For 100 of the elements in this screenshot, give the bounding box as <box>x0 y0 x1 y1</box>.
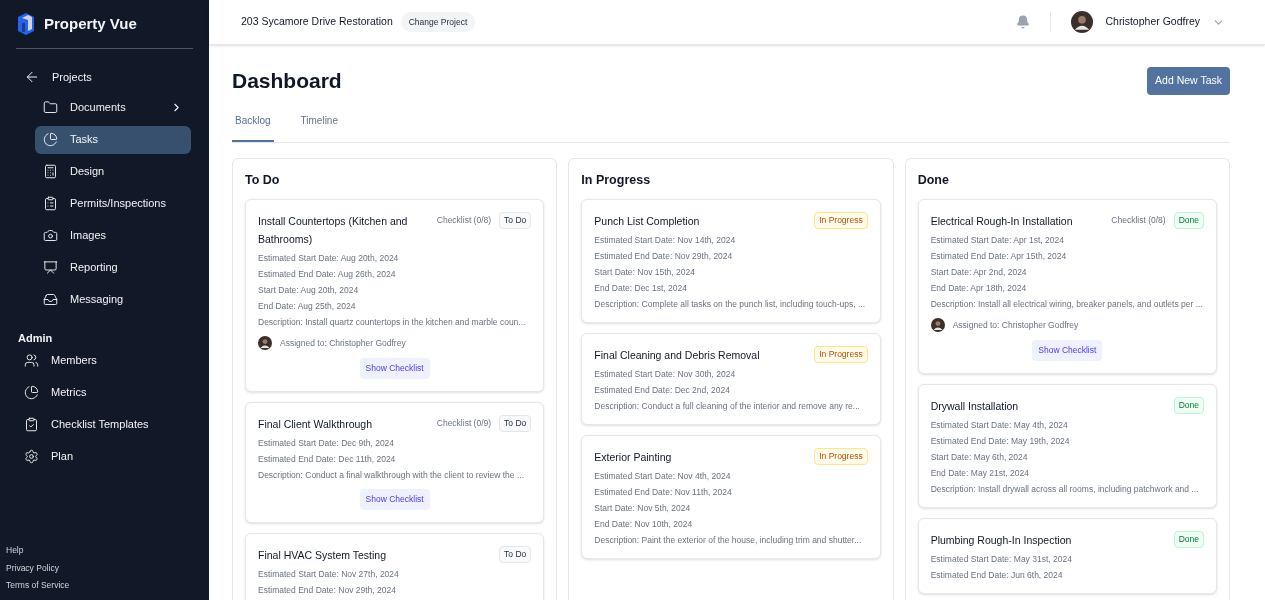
task-detail: Estimated Start Date: Nov 14th, 2024 <box>594 234 737 247</box>
assignee-text: Assigned to: Christopher Godfrey <box>280 336 406 350</box>
users-icon <box>24 352 39 368</box>
nav-item[interactable]: Plan <box>24 446 185 466</box>
task-detail: Estimated End Date: Dec 2nd, 2024 <box>594 384 731 397</box>
calculator-icon <box>43 164 58 179</box>
task-detail: End Date: May 21st, 2024 <box>930 467 1030 479</box>
avatar-icon <box>258 336 272 351</box>
task-detail: Estimated End Date: Nov 29th, 2024 <box>258 583 397 596</box>
task-detail: Description: Install all electrical wiring, breaker panels, and outlets per ... <box>930 298 1204 311</box>
task-detail: Description: Paint the exterior of the house, including trim and shutter... <box>594 534 863 547</box>
task-title: Exterior Painting <box>594 450 673 466</box>
task-detail: Start Date: Apr 2nd, 2024 <box>930 266 1028 279</box>
footer-link[interactable]: Terms of Service <box>6 579 203 592</box>
task-detail: Description: Conduct a final walkthrough with the client to review the ... <box>258 469 525 481</box>
show-checklist-button[interactable]: Show Checklist <box>359 358 430 379</box>
task-title: Drywall Installation <box>930 399 1020 414</box>
task-card[interactable] <box>581 199 881 324</box>
status-badge: In Progress <box>814 346 868 363</box>
status-badge: Done <box>1173 212 1204 229</box>
pie-chart-icon <box>24 384 39 400</box>
task-detail: End Date: Apr 18th, 2024 <box>930 282 1028 295</box>
page-title: Dashboard <box>232 68 342 94</box>
nav-item[interactable]: Images <box>35 221 191 250</box>
task-detail: Description: Install quartz countertops in the kitchen and marble coun... <box>258 316 527 329</box>
presentation-board-icon <box>43 260 58 275</box>
task-detail: Start Date: Nov 5th, 2024 <box>594 502 692 515</box>
column-title: Done <box>917 171 950 189</box>
notification-bell-icon[interactable] <box>1016 15 1031 29</box>
task-detail: End Date: Dec 1st, 2024 <box>594 282 688 295</box>
nav-item[interactable]: Members <box>24 350 185 370</box>
task-detail: Description: Complete all tasks on the punch list, including touch-ups, ... <box>594 298 867 311</box>
task-card[interactable] <box>245 402 545 523</box>
task-detail: Estimated Start Date: Dec 9th, 2024 <box>258 437 396 449</box>
task-title: Install Countertops (Kitchen and Bathrooms) <box>258 214 409 248</box>
task-detail: Start Date: Nov 15th, 2024 <box>594 266 696 279</box>
task-detail: Estimated End Date: May 19th, 2024 <box>930 435 1071 447</box>
add-task-button[interactable]: Add New Task <box>1147 66 1230 95</box>
status-badge: To Do <box>499 212 532 229</box>
task-detail: Estimated Start Date: Aug 20th, 2024 <box>258 252 400 265</box>
inbox-icon <box>43 292 58 307</box>
task-detail: Estimated Start Date: May 4th, 2024 <box>930 419 1069 431</box>
show-checklist-button[interactable]: Show Checklist <box>1032 340 1103 361</box>
task-detail: End Date: Aug 25th, 2024 <box>258 300 357 313</box>
change-project-button[interactable]: Change Project <box>400 11 476 33</box>
clipboard-icon <box>43 196 58 211</box>
task-detail: Description: Install drywall across all rooms, including patchwork and ... <box>930 483 1200 495</box>
nav-item[interactable]: Metrics <box>24 382 185 402</box>
task-card[interactable] <box>581 435 881 560</box>
task-title: Electrical Rough-In Installation <box>930 214 1074 230</box>
task-card[interactable]: Plumbing Rough-In Inspection Done Estimated Start Date: May 31st, 2024 Estimated End Date: Jun 6th, 2024 <box>917 518 1217 594</box>
nav-item[interactable]: Checklist Templates <box>24 414 185 434</box>
column-title: To Do <box>245 171 281 189</box>
nav-item[interactable]: Design <box>35 157 191 186</box>
section-heading: Admin <box>17 330 54 346</box>
nav-item[interactable]: Permits/Inspections <box>35 189 191 218</box>
task-detail: Estimated End Date: Nov 29th, 2024 <box>594 250 734 263</box>
checklist-count: Checklist (0/9) <box>436 417 492 429</box>
user-name[interactable]: Christopher Godfrey <box>1105 14 1200 30</box>
project-name: 203 Sycamore Drive Restoration <box>241 14 393 30</box>
camera-icon <box>43 228 58 243</box>
status-badge: Done <box>1173 531 1204 548</box>
avatar-icon <box>930 318 945 333</box>
avatar-icon <box>1071 11 1094 33</box>
column-title: In Progress <box>581 171 652 189</box>
tab[interactable]: Backlog <box>232 108 274 142</box>
task-title: Plumbing Rough-In Inspection <box>930 533 1073 548</box>
logo-icon <box>16 12 36 36</box>
task-card[interactable] <box>245 199 545 392</box>
task-title: Final Client Walkthrough <box>258 417 373 432</box>
status-badge: Done <box>1173 397 1204 414</box>
task-detail: Start Date: Aug 20th, 2024 <box>258 284 360 297</box>
task-detail: Estimated End Date: Jun 6th, 2024 <box>930 569 1064 581</box>
folder-icon <box>43 100 58 115</box>
task-card[interactable] <box>917 199 1217 374</box>
task-card[interactable]: Final Cleaning and Debris Removal In Progress Estimated Start Date: Nov 30th, 2024 Estimated End Date: Dec 2nd, 2024 Description: Conduct a full cleaning of the interior and remove any re... <box>581 333 881 426</box>
tab[interactable]: Timeline <box>297 108 341 142</box>
nav-item[interactable]: Messaging <box>35 285 191 314</box>
task-detail: End Date: Nov 10th, 2024 <box>594 518 694 531</box>
task-detail: Description: Conduct a full cleaning of the interior and remove any re... <box>594 400 861 413</box>
clipboard-check-icon <box>24 416 39 432</box>
status-badge: To Do <box>499 545 532 563</box>
status-badge: In Progress <box>814 448 868 465</box>
task-detail: Estimated End Date: Dec 11th, 2024 <box>258 453 397 465</box>
task-detail: Estimated End Date: Apr 15th, 2024 <box>930 250 1068 263</box>
task-title: Final HVAC System Testing <box>258 547 387 563</box>
nav-item[interactable]: Tasks <box>35 125 191 154</box>
task-card[interactable]: Final HVAC System Testing To Do Estimated Start Date: Nov 27th, 2024 Estimated End Date: Nov 29th, 2024 <box>245 532 545 600</box>
footer-link[interactable]: Help <box>6 543 203 557</box>
nav-item[interactable]: Documents <box>35 93 191 122</box>
footer-link[interactable]: Privacy Policy <box>6 561 203 575</box>
nav-item[interactable]: Reporting <box>35 253 191 282</box>
task-card[interactable] <box>917 384 1217 508</box>
back-link[interactable]: Projects <box>52 69 92 86</box>
task-detail: Start Date: May 6th, 2024 <box>930 451 1029 463</box>
show-checklist-button[interactable]: Show Checklist <box>359 489 430 510</box>
task-detail: Estimated End Date: Aug 26th, 2024 <box>258 268 397 281</box>
brand-name: Property Vue <box>44 13 137 34</box>
task-title: Punch List Completion <box>594 214 701 230</box>
task-detail: Estimated Start Date: May 31st, 2024 <box>930 553 1073 565</box>
